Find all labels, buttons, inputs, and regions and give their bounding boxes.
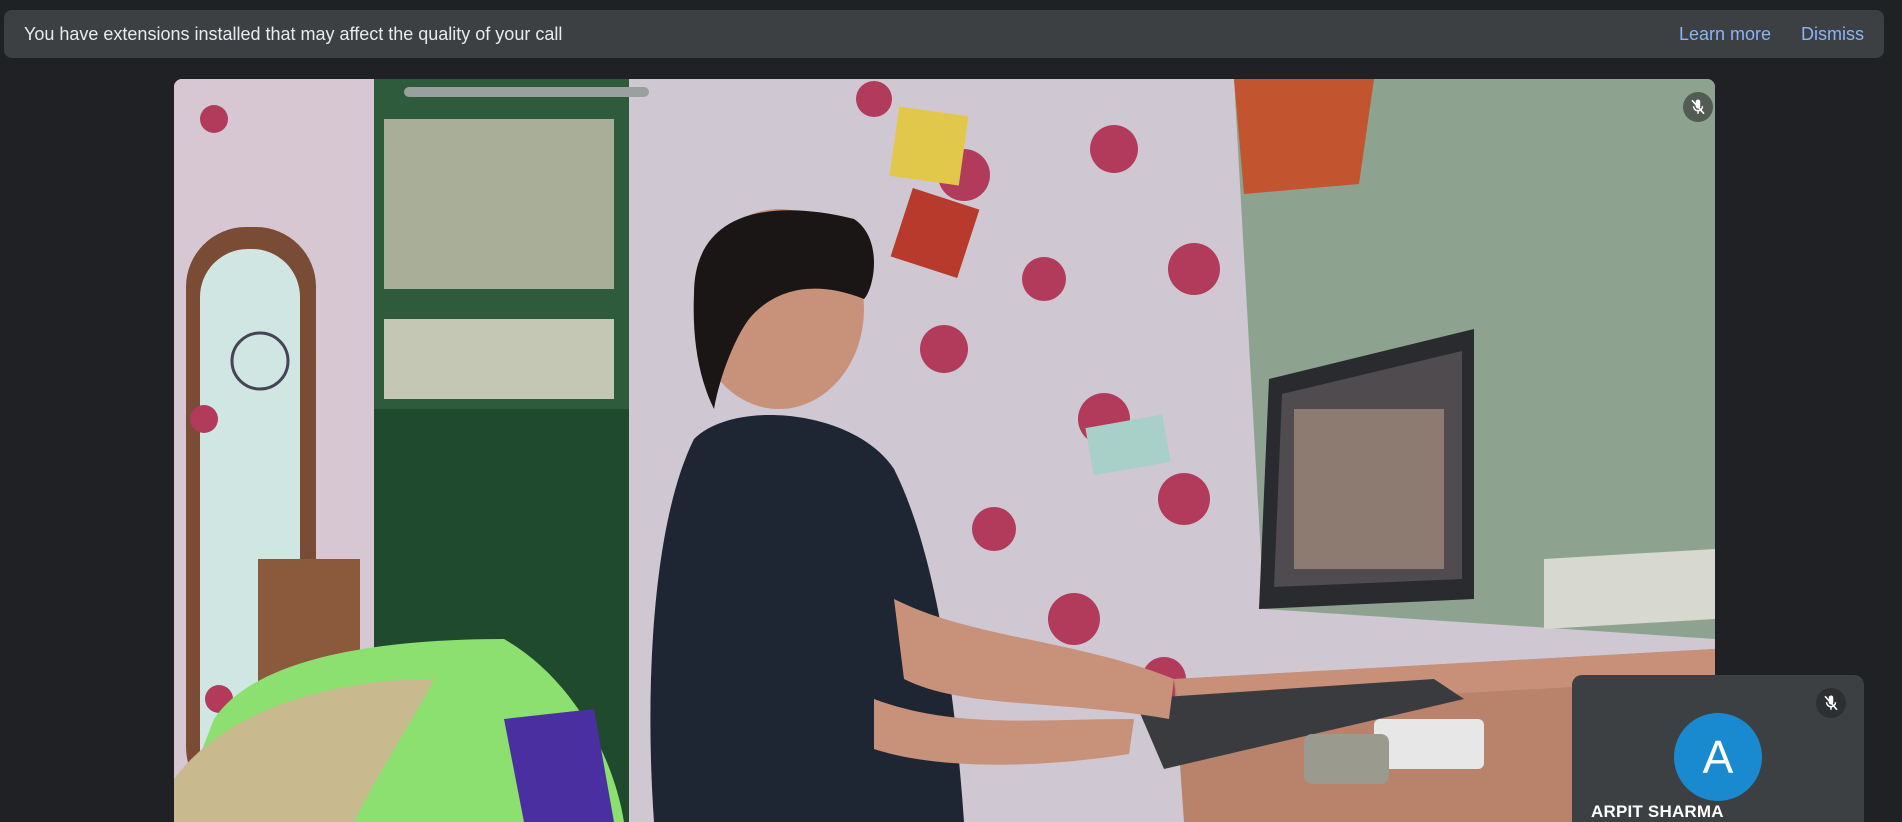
self-view-tile[interactable]: A ARPIT SHARMA [1572,675,1864,822]
main-video-tile[interactable] [174,79,1715,822]
dismiss-button[interactable]: Dismiss [1801,24,1864,45]
avatar: A [1674,713,1762,801]
extensions-warning-banner: You have extensions installed that may a… [4,10,1884,58]
self-tile-mute-indicator [1816,688,1846,718]
learn-more-link[interactable]: Learn more [1679,24,1771,45]
main-video-mute-indicator [1683,92,1713,122]
participant-name: ARPIT SHARMA [1591,802,1724,821]
banner-message: You have extensions installed that may a… [24,23,563,44]
participant-video-feed [174,79,1715,822]
mic-off-icon [1824,695,1838,711]
mic-off-icon [1691,99,1705,115]
